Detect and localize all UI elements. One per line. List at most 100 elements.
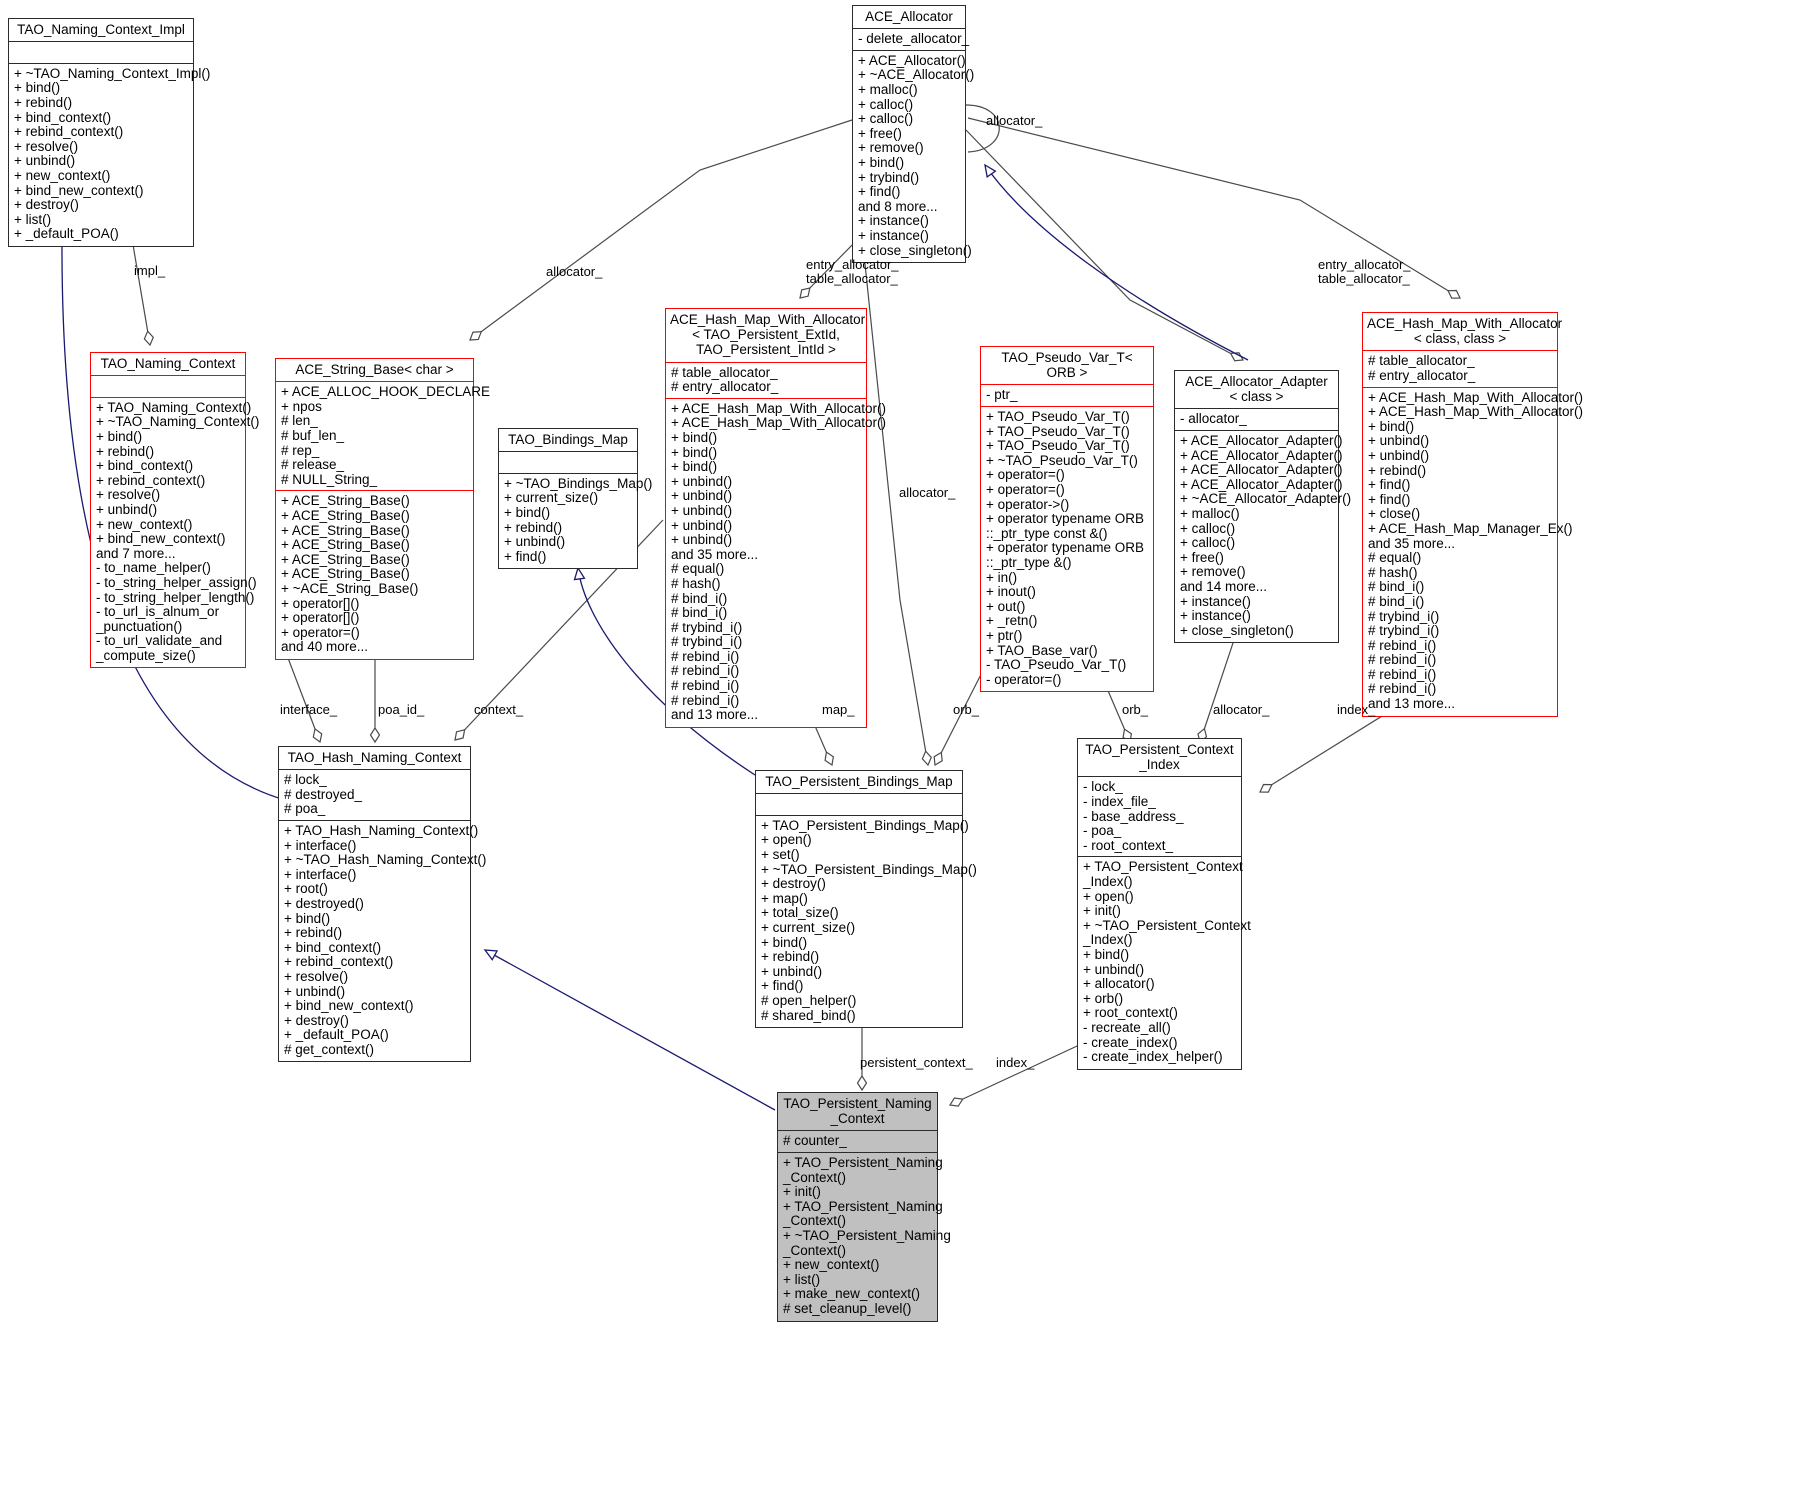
class-member-row: + ptr() xyxy=(986,627,1023,643)
class-title: ACE_Hash_Map_With_Allocator < TAO_Persis… xyxy=(666,309,866,363)
edge-label-index-bottom: index_ xyxy=(996,1055,1035,1070)
class-member-row: + ~TAO_Bindings_Map() xyxy=(504,475,653,491)
class-member-row: + rebind_context() xyxy=(96,472,206,488)
edge-label-allocator-context-index: allocator_ xyxy=(1213,702,1270,717)
class-operations: + TAO_Persistent_Naming _Context() + init(… xyxy=(778,1153,951,1321)
class-member-row: + ACE_String_Base() xyxy=(281,537,410,553)
class-member-row: # trybind_i() xyxy=(671,619,743,635)
class-member-row: and 8 more... xyxy=(858,198,938,214)
class-member-row: + current_size() xyxy=(504,490,599,506)
class-node-tao-persistent-naming-context[interactable]: TAO_Persistent_Naming _Context # counter… xyxy=(777,1092,951,1322)
class-member-row: - allocator_ xyxy=(1180,411,1247,427)
class-member-row: + TAO_Naming_Context() xyxy=(96,399,252,415)
class-member-row: + ACE_ALLOC_HOOK_DECLARE xyxy=(281,384,490,400)
class-member-row: + close_singleton() xyxy=(858,242,972,258)
class-member-row: + remove() xyxy=(858,140,924,156)
class-member-row: + rebind() xyxy=(761,949,820,965)
class-member-row: + orb() xyxy=(1083,990,1124,1006)
class-member-row: + bind() xyxy=(284,910,331,926)
class-member-row: + TAO_Pseudo_Var_T() xyxy=(986,423,1130,439)
class-member-row: + ~TAO_Hash_Naming_Context() xyxy=(284,852,487,868)
class-member-row: - ptr_ xyxy=(986,387,1018,403)
class-member-row: - root_context_ xyxy=(1083,837,1174,853)
class-member-row: - to_url_validate_and xyxy=(96,633,223,649)
class-node-tao-bindings-map[interactable]: TAO_Bindings_Map + ~TAO_Bindings_Map() + … xyxy=(498,428,653,570)
class-member-row: + ~TAO_Pseudo_Var_T() xyxy=(986,452,1138,468)
class-member-row: + unbind() xyxy=(671,473,733,489)
class-member-row: + ~ACE_Allocator_Adapter() xyxy=(1180,491,1352,507)
class-member-row: + ~ACE_Allocator() xyxy=(858,67,975,83)
class-node-tao-persistent-bindings-map[interactable]: TAO_Persistent_Bindings_Map + TAO_Persis… xyxy=(755,770,977,1029)
edge-label-allocator-self: allocator_ xyxy=(986,113,1043,128)
class-member-row: + TAO_Pseudo_Var_T() xyxy=(986,409,1130,424)
class-member-row: - TAO_Pseudo_Var_T() xyxy=(986,657,1127,673)
class-member-row: + bind_new_context() xyxy=(14,182,144,198)
class-member-row: + TAO_Base_var() xyxy=(986,642,1098,658)
class-title: TAO_Naming_Context xyxy=(91,353,245,377)
class-member-row: # rebind_i() xyxy=(1368,681,1437,697)
class-member-row: + bind() xyxy=(504,504,551,520)
class-member-row: + interface() xyxy=(284,866,357,882)
class-member-row: + new_context() xyxy=(14,167,111,183)
edge-label-allocator-string-base: allocator_ xyxy=(546,264,603,279)
class-node-tao-persistent-context-index[interactable]: TAO_Persistent_Context _Index - lock_ - i… xyxy=(1077,738,1251,1070)
class-member-row: # trybind_i() xyxy=(1368,608,1440,624)
class-member-row: + interface() xyxy=(284,837,357,853)
class-node-tao-naming-context[interactable]: TAO_Naming_Context + TAO_Naming_Context(… xyxy=(90,352,260,669)
class-member-row: + instance() xyxy=(1180,608,1251,624)
class-attributes xyxy=(9,42,193,64)
class-node-tao-hash-naming-context[interactable]: TAO_Hash_Naming_Context # lock_ # destroy… xyxy=(278,746,487,1063)
class-title: TAO_Persistent_Bindings_Map xyxy=(756,771,962,795)
class-member-row: + operator[]() xyxy=(281,610,360,626)
edge-label-entry-table-allocator-right: entry_allocator_ table_allocator_ xyxy=(1318,257,1411,286)
class-member-row: # open_helper() xyxy=(761,992,857,1008)
class-attributes: # counter_ xyxy=(778,1131,937,1153)
class-member-row: _compute_size() xyxy=(96,647,196,663)
class-member-row: # set_cleanup_level() xyxy=(783,1300,912,1316)
class-member-row: - operator=() xyxy=(986,671,1062,687)
class-node-tao-naming-context-impl[interactable]: TAO_Naming_Context_Impl + ~TAO_Naming_Co… xyxy=(8,18,210,247)
class-member-row: + calloc() xyxy=(1180,535,1236,551)
class-member-row: # bind_i() xyxy=(671,590,728,606)
class-operations: + ACE_Allocator() + ~ACE_Allocator() + mal… xyxy=(853,51,975,262)
class-member-row: + resolve() xyxy=(14,138,79,154)
class-node-ace-allocator[interactable]: ACE_Allocator - delete_allocator_ + ACE_… xyxy=(852,5,975,264)
class-member-row: + TAO_Pseudo_Var_T() xyxy=(986,438,1130,454)
class-member-row: # equal() xyxy=(671,561,725,577)
class-member-row: and 35 more... xyxy=(671,546,759,562)
edge-label-orb-bindings-map: orb_ xyxy=(953,702,980,717)
class-node-ace-string-base[interactable]: ACE_String_Base< char > + ACE_ALLOC_HOOK… xyxy=(275,358,490,660)
class-member-row: + list() xyxy=(783,1271,821,1287)
class-member-row: + open() xyxy=(761,832,812,848)
class-member-row: + bind() xyxy=(14,80,61,96)
edge-label-impl: impl_ xyxy=(134,263,166,278)
class-member-row: # rep_ xyxy=(281,442,320,458)
class-member-row: - create_index_helper() xyxy=(1083,1049,1223,1065)
class-member-row: + new_context() xyxy=(96,516,193,532)
class-member-row: # bind_i() xyxy=(1368,593,1425,609)
class-member-row: + init() xyxy=(1083,903,1121,919)
class-node-tao-pseudo-var-t[interactable]: TAO_Pseudo_Var_T< ORB > - ptr_ + TAO_Pse… xyxy=(980,346,1154,693)
class-member-row: + bind() xyxy=(1083,946,1130,962)
class-member-row: + operator[]() xyxy=(281,595,360,611)
class-member-row: + ~TAO_Persistent_Naming xyxy=(783,1227,951,1243)
class-member-row: + ~TAO_Naming_Context() xyxy=(96,414,260,430)
class-member-row: + bind_context() xyxy=(284,939,382,955)
class-member-row: + destroy() xyxy=(284,1012,349,1028)
class-node-ace-hash-map-with-allocator-class[interactable]: ACE_Hash_Map_With_Allocator < class, cla… xyxy=(1362,312,1583,717)
class-member-row: - base_address_ xyxy=(1083,808,1184,824)
class-member-row: # shared_bind() xyxy=(761,1007,856,1023)
class-member-row: - recreate_all() xyxy=(1083,1019,1171,1035)
class-node-ace-hash-map-with-allocator-persistent[interactable]: ACE_Hash_Map_With_Allocator < TAO_Persis… xyxy=(665,308,886,728)
class-operations: + TAO_Pseudo_Var_T() + TAO_Pseudo_Var_T()… xyxy=(981,407,1153,691)
class-member-row: # trybind_i() xyxy=(671,634,743,650)
class-member-row: + destroy() xyxy=(761,876,826,892)
class-member-row: + _default_POA() xyxy=(284,1027,389,1043)
class-member-row: + find() xyxy=(1368,491,1411,507)
class-member-row: + resolve() xyxy=(96,487,161,503)
class-member-row: + ACE_Allocator_Adapter() xyxy=(1180,462,1343,478)
class-member-row: and 40 more... xyxy=(281,639,369,655)
class-member-row: - to_string_helper_assign() xyxy=(96,574,257,590)
class-node-ace-allocator-adapter[interactable]: ACE_Allocator_Adapter < class > - alloca… xyxy=(1174,370,1352,644)
class-title: TAO_Pseudo_Var_T< ORB > xyxy=(981,347,1153,386)
